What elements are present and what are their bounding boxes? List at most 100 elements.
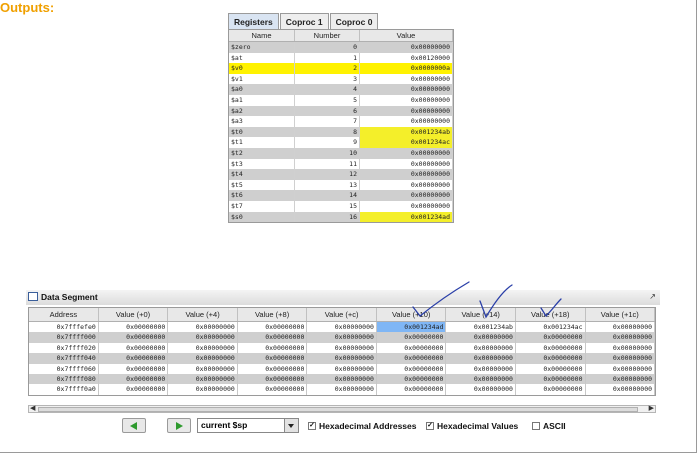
memory-value-cell[interactable]: 0x00000000	[99, 332, 169, 343]
table-row[interactable]: $t0 8 0x001234ab	[229, 126, 453, 138]
table-row[interactable]: $v1 3 0x00000000	[229, 73, 453, 85]
table-row[interactable]: 0x7fffefe0 0x00000000 0x00000000 0x00000000…	[29, 322, 656, 333]
table-row[interactable]: $t3 11 0x00000000	[229, 158, 453, 170]
register-value[interactable]: 0x00000000	[360, 73, 453, 85]
memory-value-cell[interactable]: 0x00000000	[516, 373, 586, 385]
memory-value-cell[interactable]: 0x00000000	[586, 342, 656, 354]
checkbox-box[interactable]: ✓	[308, 422, 316, 430]
memory-value-cell[interactable]: 0x00000000	[446, 384, 516, 395]
memory-value-cell[interactable]: 0x00000000	[586, 384, 656, 395]
register-value[interactable]: 0x00000000	[360, 200, 453, 212]
memory-value-cell[interactable]: 0x00000000	[377, 332, 447, 343]
memory-value-cell[interactable]: 0x00000000	[516, 332, 586, 343]
memory-value-cell[interactable]: 0x00000000	[238, 363, 308, 374]
memory-value-cell[interactable]: 0x00000000	[446, 353, 516, 364]
hex-values-checkbox[interactable]: ✓ Hexadecimal Values	[426, 421, 518, 431]
hex-addresses-checkbox[interactable]: ✓ Hexadecimal Addresses	[308, 421, 417, 431]
memory-value-cell[interactable]: 0x00000000	[168, 363, 238, 374]
table-row[interactable]: $zero 0 0x00000000	[229, 42, 453, 53]
memory-value-cell[interactable]: 0x00000000	[168, 353, 238, 364]
memory-value-cell[interactable]: 0x00000000	[516, 384, 586, 395]
memory-value-cell[interactable]: 0x00000000	[99, 384, 169, 395]
table-row[interactable]: $at 1 0x00120000	[229, 52, 453, 64]
column-header-number[interactable]: Number	[295, 30, 360, 41]
memory-value-cell[interactable]: 0x001234ac	[516, 322, 586, 333]
memory-value-cell[interactable]: 0x00000000	[586, 363, 656, 374]
memory-value-cell[interactable]: 0x00000000	[168, 373, 238, 385]
register-value[interactable]: 0x00000000	[360, 158, 453, 170]
register-value[interactable]: 0x001234ab	[360, 126, 453, 138]
scroll-right-icon[interactable]: ▶	[649, 404, 654, 412]
segment-select[interactable]: current $sp	[197, 418, 299, 433]
table-row[interactable]: 0x7ffff080 0x00000000 0x00000000 0x00000000…	[29, 373, 656, 385]
column-header-value-offset[interactable]: Value (+4)	[168, 308, 238, 321]
next-button[interactable]	[167, 418, 191, 433]
memory-value-cell[interactable]: 0x00000000	[307, 373, 377, 385]
register-value[interactable]: 0x001234ad	[360, 211, 453, 223]
register-value[interactable]: 0x00000000	[360, 190, 453, 201]
memory-value-cell[interactable]: 0x00000000	[516, 363, 586, 374]
register-value[interactable]: 0x00000000	[360, 84, 453, 95]
table-row[interactable]: 0x7ffff060 0x00000000 0x00000000 0x00000000…	[29, 363, 656, 374]
memory-value-cell[interactable]: 0x00000000	[238, 342, 308, 354]
memory-value-cell[interactable]: 0x00000000	[99, 342, 169, 354]
column-header-value-offset[interactable]: Value (+c)	[307, 308, 377, 321]
memory-value-cell[interactable]: 0x00000000	[238, 322, 308, 333]
column-header-value-offset[interactable]: Value (+1c)	[586, 308, 656, 321]
column-header-name[interactable]: Name	[229, 30, 295, 41]
memory-value-cell[interactable]: 0x00000000	[307, 363, 377, 374]
memory-value-cell[interactable]: 0x00000000	[307, 353, 377, 364]
column-header-value-offset[interactable]: Value (+18)	[516, 308, 586, 321]
table-row[interactable]: 0x7ffff0a0 0x00000000 0x00000000 0x00000000…	[29, 384, 656, 395]
table-row[interactable]: $s0 16 0x001234ad	[229, 211, 453, 223]
memory-value-cell[interactable]: 0x00000000	[446, 363, 516, 374]
table-row[interactable]: 0x7ffff020 0x00000000 0x00000000 0x00000000…	[29, 342, 656, 354]
memory-value-cell[interactable]: 0x00000000	[238, 332, 308, 343]
memory-value-cell[interactable]: 0x00000000	[516, 353, 586, 364]
memory-value-cell[interactable]: 0x00000000	[99, 373, 169, 385]
previous-button[interactable]	[122, 418, 146, 433]
table-row[interactable]: $t6 14 0x00000000	[229, 190, 453, 201]
chevron-down-icon[interactable]	[284, 419, 298, 432]
memory-value-cell[interactable]: 0x00000000	[307, 342, 377, 354]
memory-value-cell[interactable]: 0x00000000	[238, 353, 308, 364]
memory-value-cell[interactable]: 0x00000000	[168, 384, 238, 395]
memory-value-cell[interactable]: 0x00000000	[377, 373, 447, 385]
memory-value-cell[interactable]: 0x00000000	[377, 353, 447, 364]
memory-value-cell[interactable]: 0x00000000	[377, 384, 447, 395]
table-row[interactable]: 0x7ffff040 0x00000000 0x00000000 0x00000000…	[29, 353, 656, 364]
memory-value-cell[interactable]: 0x00000000	[168, 342, 238, 354]
memory-value-cell[interactable]: 0x00000000	[99, 363, 169, 374]
scrollbar-thumb[interactable]	[38, 407, 638, 412]
ascii-checkbox[interactable]: ASCII	[532, 421, 566, 431]
column-header-value[interactable]: Value	[360, 30, 453, 41]
tab-coproc-0[interactable]: Coproc 0	[329, 13, 379, 29]
maximize-icon[interactable]: ↗	[649, 292, 656, 301]
memory-value-cell[interactable]: 0x00000000	[168, 322, 238, 333]
memory-value-cell[interactable]: 0x00000000	[586, 322, 656, 333]
memory-value-cell[interactable]: 0x00000000	[377, 363, 447, 374]
register-value[interactable]: 0x00000000	[360, 147, 453, 159]
memory-value-cell[interactable]: 0x00000000	[99, 353, 169, 364]
column-header-value-offset[interactable]: Value (+14)	[446, 308, 516, 321]
memory-value-cell[interactable]: 0x001234ab	[446, 322, 516, 333]
memory-value-cell[interactable]: 0x00000000	[307, 332, 377, 343]
table-row[interactable]: $v0 2 0x0000000a	[229, 63, 453, 74]
table-row[interactable]: $a0 4 0x00000000	[229, 84, 453, 95]
memory-value-cell[interactable]: 0x00000000	[307, 322, 377, 333]
memory-value-cell[interactable]: 0x00000000	[238, 384, 308, 395]
register-value[interactable]: 0x00120000	[360, 52, 453, 64]
checkbox-box[interactable]	[532, 422, 540, 430]
column-header-value-offset[interactable]: Value (+0)	[99, 308, 169, 321]
memory-value-cell[interactable]: 0x00000000	[168, 332, 238, 343]
table-row[interactable]: $t7 15 0x00000000	[229, 200, 453, 212]
tab-registers[interactable]: Registers	[228, 13, 279, 29]
table-row[interactable]: $t2 10 0x00000000	[229, 147, 453, 159]
memory-value-cell[interactable]: 0x00000000	[307, 384, 377, 395]
memory-value-cell[interactable]: 0x00000000	[586, 373, 656, 385]
table-row[interactable]: $t5 13 0x00000000	[229, 179, 453, 191]
column-header-address[interactable]: Address	[29, 308, 99, 321]
register-value[interactable]: 0x00000000	[360, 116, 453, 127]
table-row[interactable]: 0x7ffff000 0x00000000 0x00000000 0x00000000…	[29, 332, 656, 343]
horizontal-scrollbar[interactable]: ◀ ▶	[28, 405, 656, 413]
